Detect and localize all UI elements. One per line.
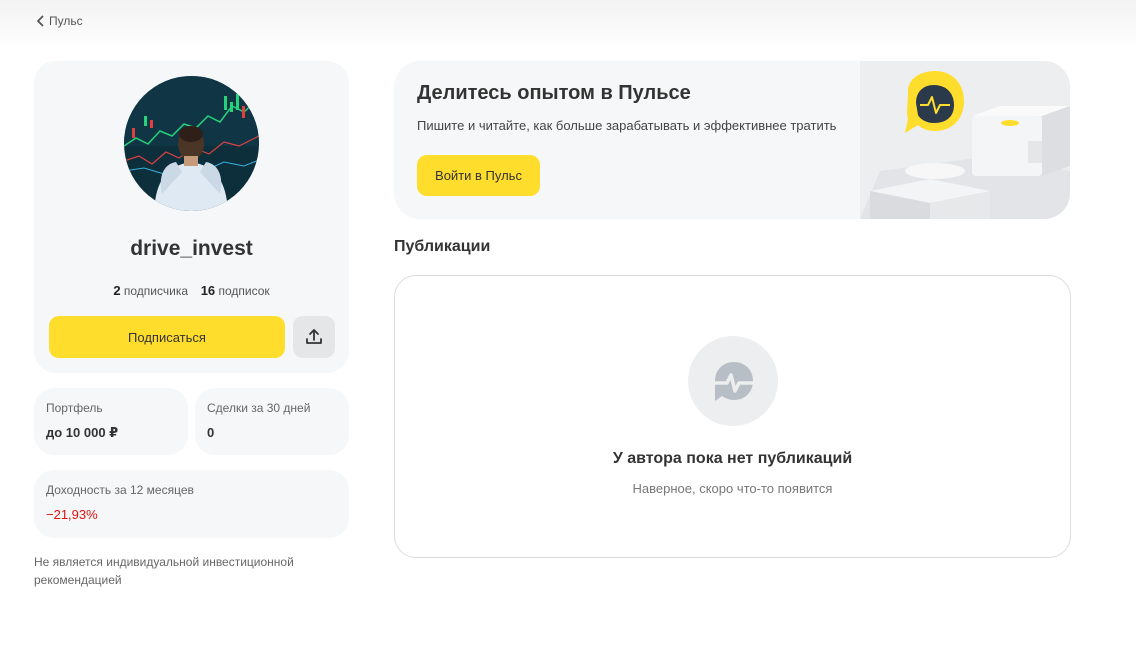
share-button[interactable] [293, 316, 335, 358]
subscribe-button[interactable]: Подписаться [49, 316, 285, 358]
deals-value: 0 [207, 425, 215, 440]
yield-label: Доходность за 12 месяцев [46, 483, 194, 497]
login-pulse-button[interactable]: Войти в Пульс [417, 155, 540, 196]
following-count: 16 [200, 283, 216, 298]
followers-label: подписчика [123, 284, 189, 298]
following-label: подписок [218, 284, 270, 298]
deals-label: Сделки за 30 дней [207, 401, 311, 415]
publications-empty-state: У автора пока нет публикаций Наверное, с… [394, 275, 1071, 558]
chevron-left-icon [37, 15, 44, 27]
yield-stat-card: Доходность за 12 месяцев −21,93% [34, 470, 349, 538]
publications-section-title: Публикации [394, 238, 491, 255]
portfolio-stat-card: Портфель до 10 000 ₽ [34, 388, 188, 455]
yield-value: −21,93% [46, 507, 98, 522]
pulse-promo-banner: Делитесь опытом в Пульсе Пишите и читайт… [394, 61, 1070, 219]
followers-summary: 2 подписчика 16 подписок [34, 283, 349, 298]
back-link-label: Пульс [49, 14, 83, 28]
banner-subtitle: Пишите и читайте, как больше зарабатыват… [417, 118, 837, 133]
empty-state-title: У автора пока нет публикаций [612, 450, 853, 467]
pulse-empty-icon [688, 336, 778, 426]
top-bar [0, 0, 1136, 50]
profile-card: drive_invest 2 подписчика 16 подписок По… [34, 61, 349, 373]
portfolio-value: до 10 000 ₽ [46, 425, 119, 440]
back-link[interactable]: Пульс [36, 14, 83, 28]
followers-count: 2 [113, 283, 121, 298]
profile-username: drive_invest [130, 237, 253, 260]
empty-state-subtitle: Наверное, скоро что-то появится [632, 481, 833, 496]
disclaimer-text: Не является индивидуальной инвестиционно… [34, 555, 294, 587]
pulse-illustration [860, 61, 1070, 219]
avatar [124, 76, 259, 211]
share-icon [306, 329, 322, 344]
portfolio-label: Портфель [46, 401, 103, 415]
deals-stat-card: Сделки за 30 дней 0 [195, 388, 349, 455]
banner-title: Делитесь опытом в Пульсе [417, 82, 691, 104]
